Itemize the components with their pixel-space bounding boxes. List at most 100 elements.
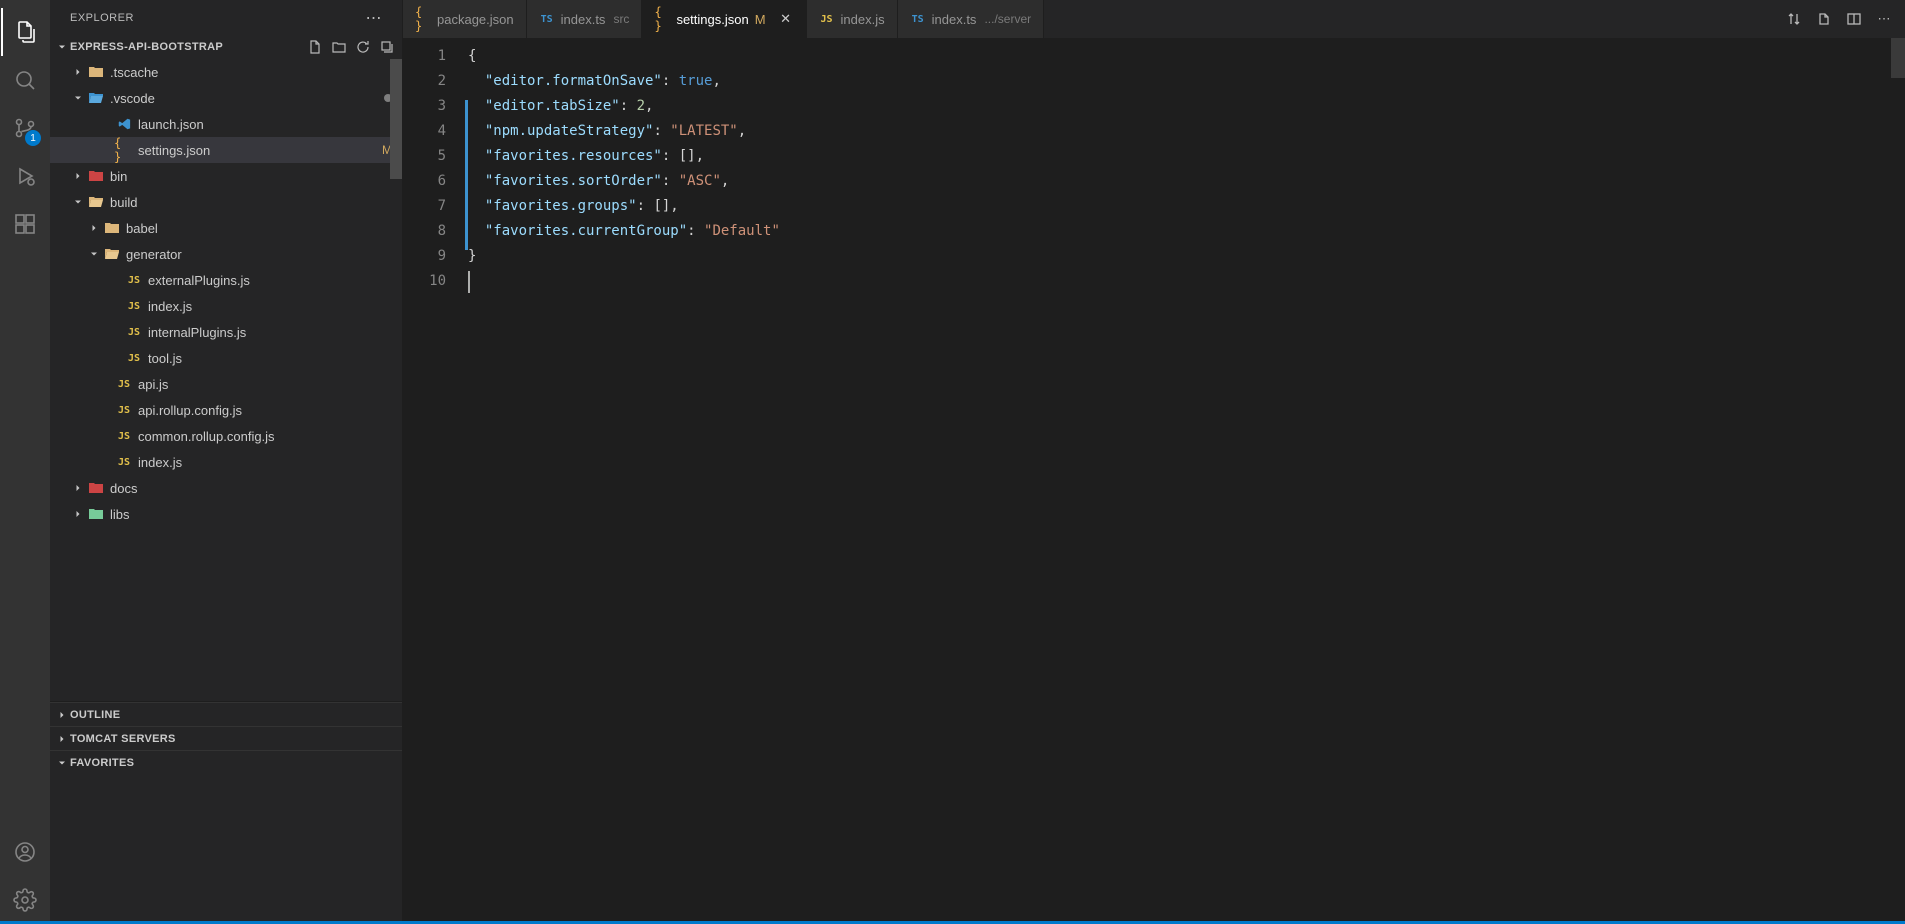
js-icon: JS: [124, 275, 144, 286]
folder-open-icon: [86, 195, 106, 209]
chevron-right-icon: [86, 220, 102, 236]
gear-icon: [13, 888, 37, 912]
chevron-down-icon: [70, 194, 86, 210]
tab-actions: ⋯: [1773, 0, 1905, 38]
js-icon: JS: [819, 14, 835, 25]
activity-settings[interactable]: [1, 876, 49, 924]
tree-item-label: api.js: [138, 377, 392, 392]
code-editor[interactable]: 12345678910 { "editor.formatOnSave": tru…: [403, 38, 1905, 924]
scm-badge: 1: [25, 130, 41, 146]
line-number: 6: [403, 169, 446, 194]
editor-tab[interactable]: { }settings.jsonM✕: [642, 0, 806, 38]
section-project[interactable]: EXPRESS-API-BOOTSTRAP: [50, 35, 402, 59]
chevron-right-icon: [70, 168, 86, 184]
tab-label: index.js: [841, 12, 885, 27]
chevron-right-icon: [54, 733, 70, 745]
tree-row[interactable]: JStool.js: [50, 345, 402, 371]
chevron-right-icon: [70, 480, 86, 496]
section-tomcat[interactable]: TOMCAT SERVERS: [50, 726, 402, 750]
tree-row[interactable]: launch.json: [50, 111, 402, 137]
section-outline[interactable]: OUTLINE: [50, 702, 402, 726]
tree-row[interactable]: JS api.js: [50, 371, 402, 397]
minimap-scrollbar[interactable]: [1891, 38, 1905, 78]
tree-row[interactable]: JSapi.rollup.config.js: [50, 397, 402, 423]
tree-item-label: .vscode: [110, 91, 378, 106]
activity-explorer[interactable]: [1, 8, 49, 56]
tree-item-label: launch.json: [138, 117, 392, 132]
tree-row[interactable]: bin: [50, 163, 402, 189]
chevron-right-icon: [54, 709, 70, 721]
ts-icon: TS: [539, 14, 555, 25]
tree-row[interactable]: JSexternalPlugins.js: [50, 267, 402, 293]
line-number: 2: [403, 69, 446, 94]
tab-label: index.ts: [932, 12, 977, 27]
code-line[interactable]: "favorites.resources": [],: [468, 144, 1905, 169]
collapse-all-icon[interactable]: [378, 38, 396, 56]
code-line[interactable]: "favorites.sortOrder": "ASC",: [468, 169, 1905, 194]
file-tree: .tscache .vscode launch.json { }settings.js…: [50, 59, 402, 701]
tree-row[interactable]: .tscache: [50, 59, 402, 85]
activity-search[interactable]: [1, 56, 49, 104]
tree-item-label: common.rollup.config.js: [138, 429, 392, 444]
chevron-down-icon: [54, 757, 70, 769]
close-icon[interactable]: ✕: [778, 11, 794, 27]
code-line[interactable]: "editor.tabSize": 2,: [468, 94, 1905, 119]
activity-extensions[interactable]: [1, 200, 49, 248]
section-favorites[interactable]: FAVORITES: [50, 750, 402, 774]
code-lines[interactable]: { "editor.formatOnSave": true, "editor.t…: [468, 44, 1905, 924]
more-icon[interactable]: ⋯: [1875, 10, 1893, 28]
editor-tab[interactable]: { }package.json: [403, 0, 527, 38]
tree-row[interactable]: { }settings.jsonM: [50, 137, 402, 163]
tree-row[interactable]: .vscode: [50, 85, 402, 111]
tree-row[interactable]: libs: [50, 501, 402, 527]
folder-icon: [86, 65, 106, 79]
code-line[interactable]: "editor.formatOnSave": true,: [468, 69, 1905, 94]
folder-icon: [102, 221, 122, 235]
code-line[interactable]: "favorites.currentGroup": "Default": [468, 219, 1905, 244]
code-line[interactable]: {: [468, 44, 1905, 69]
editor-tab[interactable]: TSindex.ts.../server: [898, 0, 1045, 38]
chevron-right-icon: [70, 64, 86, 80]
tree-row[interactable]: JSinternalPlugins.js: [50, 319, 402, 345]
new-file-icon[interactable]: [306, 38, 324, 56]
outline-label: OUTLINE: [70, 709, 396, 721]
tree-item-label: tool.js: [148, 351, 392, 366]
editor-tab[interactable]: JS index.js: [807, 0, 898, 38]
account-icon: [13, 840, 37, 864]
tree-row[interactable]: JSindex.js: [50, 293, 402, 319]
line-number: 5: [403, 144, 446, 169]
editor-area: { }package.jsonTSindex.tssrc{ }settings.…: [403, 0, 1905, 924]
tree-row[interactable]: JSindex.js: [50, 449, 402, 475]
folder-red-icon: [86, 169, 106, 183]
tree-row[interactable]: build: [50, 189, 402, 215]
code-line[interactable]: [468, 269, 1905, 294]
tree-row[interactable]: generator: [50, 241, 402, 267]
activity-account[interactable]: [1, 828, 49, 876]
editor-tab[interactable]: TSindex.tssrc: [527, 0, 643, 38]
compare-icon[interactable]: [1785, 10, 1803, 28]
line-number: 7: [403, 194, 446, 219]
line-number: 4: [403, 119, 446, 144]
new-folder-icon[interactable]: [330, 38, 348, 56]
tab-label: package.json: [437, 12, 514, 27]
code-line[interactable]: }: [468, 244, 1905, 269]
activity-scm[interactable]: 1: [1, 104, 49, 152]
open-file-icon[interactable]: [1815, 10, 1833, 28]
json-icon: { }: [654, 5, 670, 33]
tree-item-label: index.js: [138, 455, 392, 470]
tree-row[interactable]: babel: [50, 215, 402, 241]
split-editor-icon[interactable]: [1845, 10, 1863, 28]
js-icon: JS: [114, 431, 134, 442]
code-line[interactable]: "npm.updateStrategy": "LATEST",: [468, 119, 1905, 144]
spacer: [98, 402, 114, 418]
refresh-icon[interactable]: [354, 38, 372, 56]
tree-scrollbar[interactable]: [390, 59, 402, 179]
activity-debug[interactable]: [1, 152, 49, 200]
line-number: 10: [403, 269, 446, 294]
code-line[interactable]: "favorites.groups": [],: [468, 194, 1905, 219]
sidebar-more-icon[interactable]: ⋯: [366, 8, 383, 28]
tree-row[interactable]: JS common.rollup.config.js: [50, 423, 402, 449]
js-icon: JS: [114, 379, 134, 390]
tree-row[interactable]: docs: [50, 475, 402, 501]
sidebar: EXPLORER ⋯ EXPRESS-API-BOOTSTRAP .tscach…: [50, 0, 403, 924]
